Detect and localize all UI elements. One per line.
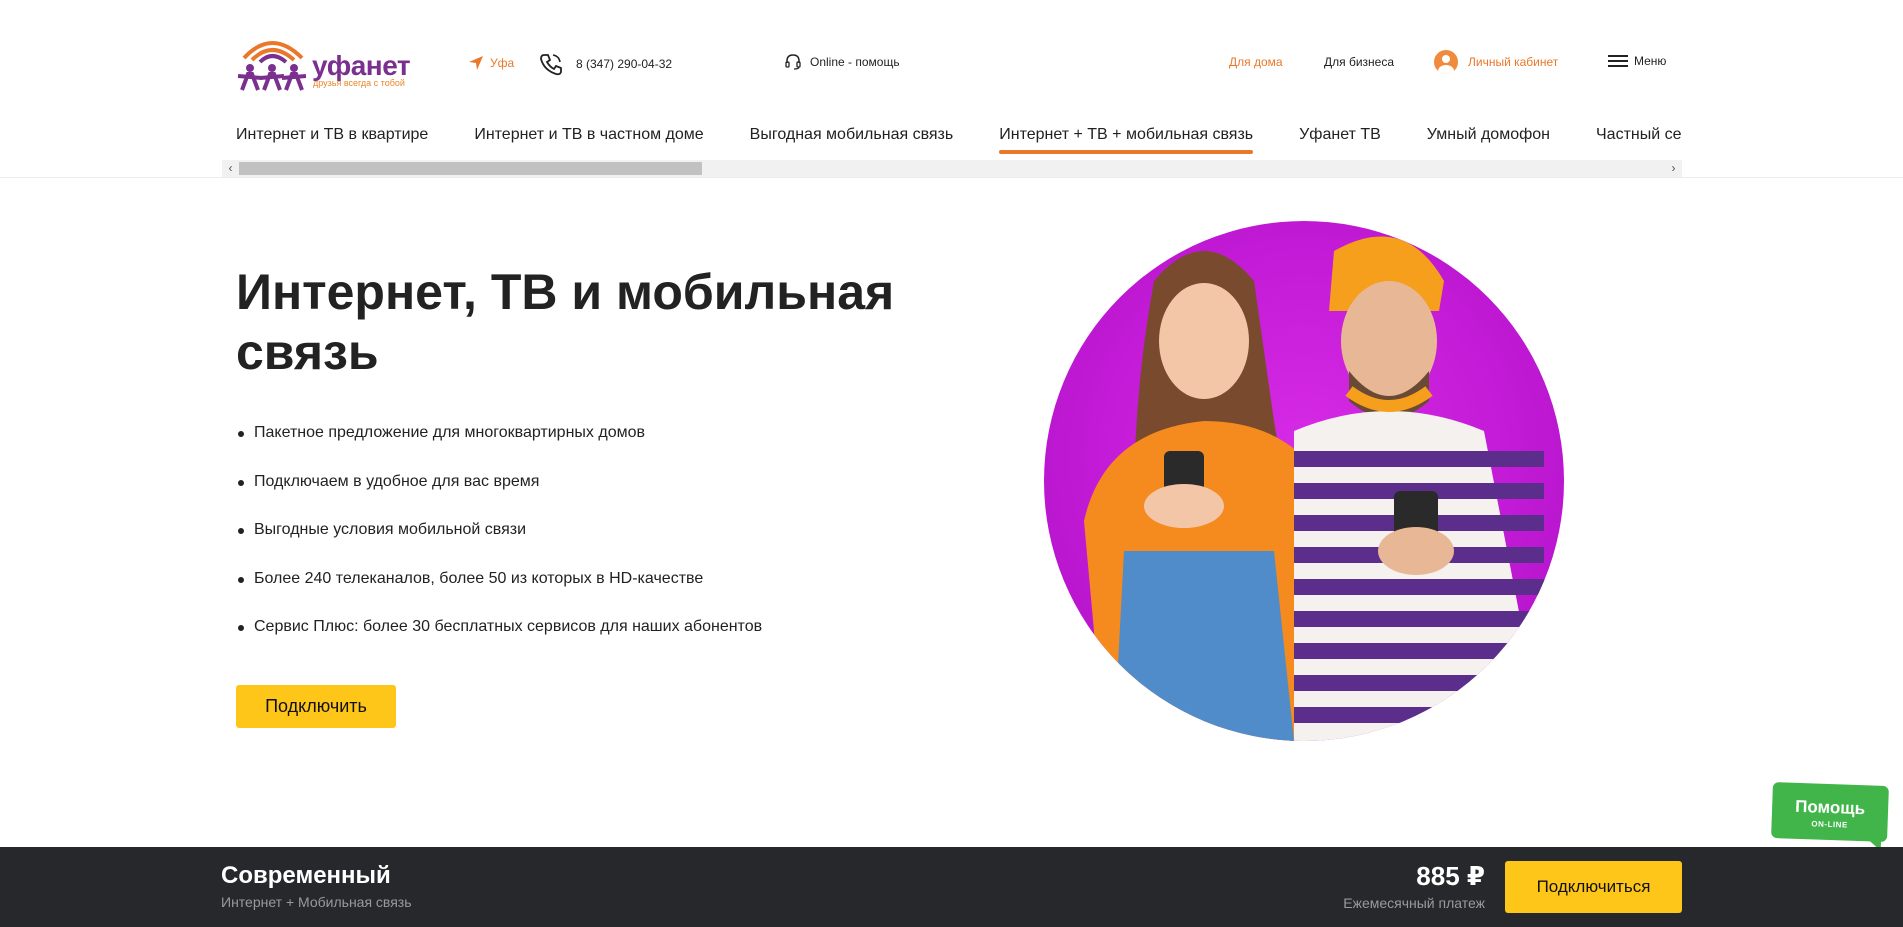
location-arrow-icon [469,56,483,70]
help-widget-subtitle: ON-LINE [1811,819,1848,830]
tab-smart-intercom[interactable]: Умный домофон [1427,126,1550,154]
scroll-right-arrow-icon[interactable]: › [1665,160,1682,177]
feature-item: Выгодные условия мобильной связи [236,521,762,570]
city-selector[interactable]: Уфа [468,55,514,71]
price-label: Ежемесячный платеж [1343,895,1485,911]
hamburger-icon [1608,55,1628,67]
menu-label: Меню [1634,54,1667,68]
feature-item: Сервис Плюс: более 30 бесплатных сервисо… [236,618,762,667]
scroll-left-arrow-icon[interactable]: ‹ [222,160,239,177]
sticky-plan-bar: Современный Интернет + Мобильная связь 8… [0,847,1903,927]
product-tabs: Интернет и ТВ в квартире Интернет и ТВ в … [236,126,1682,162]
city-label: Уфа [490,56,515,70]
scrollbar-thumb[interactable] [239,162,702,175]
plan-description: Интернет + Мобильная связь [221,894,412,910]
help-widget-title: Помощь [1794,796,1866,819]
people-illustration [1084,236,1544,741]
tab-internet-tv-apartment[interactable]: Интернет и ТВ в квартире [236,126,428,154]
plan-name: Современный [221,862,391,889]
tab-mobile[interactable]: Выгодная мобильная связь [750,126,954,154]
nav-for-business[interactable]: Для бизнеса [1324,55,1394,69]
feature-item: Подключаем в удобное для вас время [236,473,762,522]
tab-internet-tv-private-house[interactable]: Интернет и ТВ в частном доме [474,126,703,154]
feature-item: Пакетное предложение для многоквартирных… [236,424,762,473]
phone-number: 8 (347) 290-04-32 [576,57,673,71]
plan-price: 885 ₽ [1416,861,1485,891]
headset-icon [785,54,801,70]
site-header: уфанет друзья всегда с тобой Уфа 8 (347)… [0,0,1903,178]
subscribe-button[interactable]: Подключиться [1505,861,1682,913]
menu-button[interactable]: Меню [1608,54,1666,68]
tab-ufanet-tv[interactable]: Уфанет ТВ [1299,126,1381,154]
help-online-widget[interactable]: Помощь ON-LINE [1771,781,1889,843]
logo[interactable]: уфанет друзья всегда с тобой [236,32,411,92]
online-help-link[interactable]: Online - помощь [784,53,900,71]
logo-people-icon [237,41,307,91]
connect-cta-button[interactable]: Подключить [236,685,396,728]
feature-item: Более 240 телеканалов, более 50 из котор… [236,570,762,619]
user-avatar-icon [1434,50,1458,74]
nav-for-home[interactable]: Для дома [1229,55,1283,69]
logo-tagline: друзья всегда с тобой [313,78,405,88]
hero-features-list: Пакетное предложение для многоквартирных… [236,424,762,667]
tab-internet-tv-mobile[interactable]: Интернет + ТВ + мобильная связь [999,126,1253,154]
tab-private-sector[interactable]: Частный сектор [1596,126,1682,154]
phone-link[interactable]: 8 (347) 290-04-32 [538,51,672,77]
tabs-scrollbar[interactable]: ‹ › [222,160,1682,177]
personal-account-label: Личный кабинет [1468,55,1559,69]
personal-account-link[interactable]: Личный кабинет [1434,50,1558,74]
online-help-label: Online - помощь [810,55,900,69]
hero-photo-couple-with-phones [1044,221,1564,741]
hero-title: Интернет, ТВ и мобильная связь [236,264,895,380]
phone-icon [540,54,562,76]
